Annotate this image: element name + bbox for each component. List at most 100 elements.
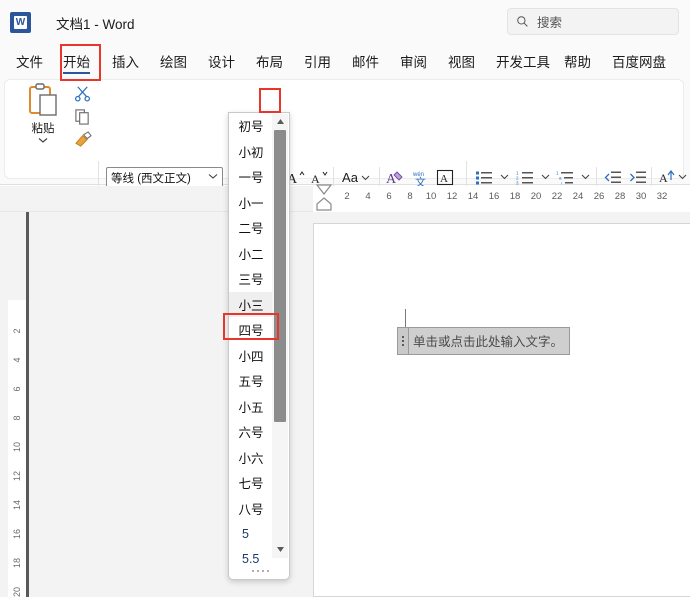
dropdown-item-qihao[interactable]: 七号 (229, 470, 273, 496)
dropdown-scrollbar-thumb[interactable] (274, 130, 286, 422)
vruler-tick: 4 (12, 357, 22, 363)
ruler-tick: 30 (635, 191, 647, 202)
sort-button[interactable]: A (656, 166, 678, 188)
vruler-tick: 8 (12, 415, 22, 421)
ruler-tick: 22 (551, 191, 563, 202)
search-box[interactable]: 搜索 (507, 8, 679, 35)
dropdown-item-liuhao[interactable]: 六号 (229, 419, 273, 445)
vruler-tick: 2 (12, 328, 22, 334)
font-size-dropdown[interactable]: 初号 小初 一号 小一 二号 小二 三号 小三 四号 小四 五号 小五 六号 小… (228, 112, 290, 580)
copy-button[interactable] (74, 108, 91, 130)
document-page[interactable]: 单击或点击此处输入文字。 (313, 223, 690, 597)
tab-baidu-netdisk[interactable]: 百度网盘 (610, 44, 668, 77)
para-sep-2 (651, 167, 652, 188)
dropdown-item-wuhao[interactable]: 五号 (229, 368, 273, 394)
tab-label: 开发工具 (496, 54, 550, 70)
resize-grip-icon[interactable] (229, 566, 291, 576)
cut-button[interactable] (74, 85, 91, 107)
dropdown-item-xiaowu[interactable]: 小五 (229, 394, 273, 420)
horizontal-ruler[interactable]: L 2 4 6 8 10 12 14 16 18 20 22 24 26 28 … (0, 184, 690, 388)
tab-developer[interactable]: 开发工具 (494, 44, 552, 77)
font-sep-2 (379, 167, 380, 188)
format-painter-button[interactable] (74, 131, 92, 153)
numbering-dropdown-arrow[interactable] (538, 166, 552, 188)
font-size-dropdown-list[interactable]: 初号 小初 一号 小一 二号 小二 三号 小三 四号 小四 五号 小五 六号 小… (229, 113, 273, 566)
content-control-handle-icon[interactable] (397, 327, 408, 355)
tab-references[interactable]: 引用 (302, 44, 333, 77)
ruler-tick: 24 (572, 191, 584, 202)
word-logo-icon: W (10, 12, 31, 33)
tab-label: 邮件 (352, 54, 379, 70)
content-control-placeholder-text[interactable]: 单击或点击此处输入文字。 (408, 327, 571, 355)
dropdown-item-chuhao[interactable]: 初号 (229, 113, 273, 139)
tab-label: 文件 (16, 54, 43, 70)
ruler-tick: 32 (656, 191, 668, 202)
dropdown-item-xiaoyi[interactable]: 小一 (229, 190, 273, 216)
ruler-tick: 16 (488, 191, 500, 202)
sort-dropdown-arrow[interactable] (676, 166, 688, 188)
chevron-down-icon (38, 138, 48, 143)
tab-insert[interactable]: 插入 (110, 44, 141, 77)
multilevel-dropdown-arrow[interactable] (578, 166, 592, 188)
vruler-tick: 6 (12, 386, 22, 392)
tab-help[interactable]: 帮助 (562, 44, 593, 77)
document-left-gutter (26, 212, 29, 597)
dropdown-item-erhao[interactable]: 二号 (229, 215, 273, 241)
clear-formatting-icon: A (386, 171, 403, 186)
ruler-tick: 20 (530, 191, 542, 202)
tab-draw[interactable]: 绘图 (158, 44, 189, 77)
decrease-indent-button[interactable] (602, 166, 624, 188)
svg-text:3: 3 (516, 180, 519, 185)
dropdown-item-xiaosan[interactable]: 小三 (229, 291, 273, 317)
dropdown-item-xiaoliu[interactable]: 小六 (229, 445, 273, 471)
chevron-down-icon[interactable] (208, 173, 218, 180)
multilevel-list-icon: 1 a i (556, 170, 573, 185)
tab-label: 审阅 (400, 54, 427, 70)
dropdown-item-xiaochu[interactable]: 小初 (229, 139, 273, 165)
ruler-tick: 4 (365, 191, 371, 202)
tab-file[interactable]: 文件 (14, 44, 45, 77)
vertical-ruler[interactable]: 2 4 6 8 10 12 14 16 18 20 (0, 212, 26, 597)
chevron-down-icon (500, 174, 508, 180)
dropdown-item-sihao[interactable]: 四号 (229, 317, 273, 343)
left-indent-marker-icon[interactable] (313, 197, 335, 213)
numbered-list-button[interactable]: 1 2 3 (514, 166, 536, 188)
font-name-box[interactable]: 等线 (西文正文) (106, 167, 223, 188)
dropdown-item-xiaoer[interactable]: 小二 (229, 241, 273, 267)
tab-design[interactable]: 设计 (206, 44, 237, 77)
dropdown-item-yihao[interactable]: 一号 (229, 164, 273, 190)
tab-layout[interactable]: 布局 (254, 44, 285, 77)
tab-home[interactable]: 开始 (61, 44, 92, 77)
dropdown-scrollbar[interactable] (272, 114, 288, 558)
dropdown-item-bahao[interactable]: 八号 (229, 496, 273, 522)
para-sep-1 (596, 167, 597, 188)
chevron-down-icon (541, 174, 549, 180)
tab-view[interactable]: 视图 (446, 44, 477, 77)
paste-button[interactable]: 粘贴 (16, 83, 70, 149)
bullets-dropdown-arrow[interactable] (497, 166, 511, 188)
first-line-indent-marker-icon[interactable] (313, 184, 335, 198)
ruler-tick: 8 (407, 191, 413, 202)
scroll-down-arrow-icon[interactable] (272, 542, 288, 557)
svg-text:文: 文 (415, 175, 426, 187)
dropdown-item-5[interactable]: 5 (229, 521, 273, 547)
ruler-tick: 18 (509, 191, 521, 202)
vruler-tick: 16 (12, 529, 22, 540)
content-control[interactable]: 单击或点击此处输入文字。 (397, 327, 571, 355)
tab-label: 视图 (448, 54, 475, 70)
multilevel-list-button[interactable]: 1 a i (554, 166, 576, 188)
bullet-list-button[interactable] (473, 166, 495, 188)
tab-label: 设计 (208, 54, 235, 70)
ruler-tick: 26 (593, 191, 605, 202)
increase-indent-button[interactable] (627, 166, 649, 188)
scroll-up-arrow-icon[interactable] (272, 114, 288, 129)
svg-text:A: A (659, 171, 668, 185)
search-placeholder: 搜索 (537, 16, 563, 30)
dropdown-item-xiaosi[interactable]: 小四 (229, 343, 273, 369)
tab-mailings[interactable]: 邮件 (350, 44, 381, 77)
dropdown-item-sanhao[interactable]: 三号 (229, 266, 273, 292)
clipboard-icon (29, 83, 57, 116)
document-canvas[interactable]: 单击或点击此处输入文字。 (26, 212, 690, 597)
tab-review[interactable]: 审阅 (398, 44, 429, 77)
svg-text:i: i (561, 180, 562, 185)
